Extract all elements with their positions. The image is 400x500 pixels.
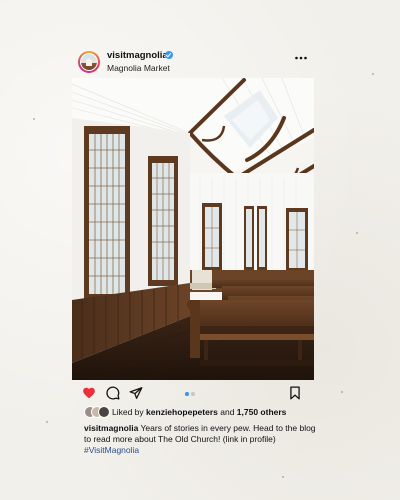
- paper-speck: [33, 118, 35, 120]
- comment-icon[interactable]: [106, 386, 120, 400]
- church-interior-photo[interactable]: [72, 78, 314, 380]
- share-icon[interactable]: [129, 386, 143, 400]
- bookmark-icon[interactable]: [288, 386, 302, 400]
- church-avatar-icon[interactable]: [78, 51, 100, 73]
- post-header: visitmagnolia Magnolia Market: [76, 49, 314, 77]
- bookmark-glyph: [290, 386, 300, 400]
- caption-hashtag[interactable]: #VisitMagnolia: [84, 445, 139, 455]
- liker-avatars: [84, 406, 110, 418]
- post-location[interactable]: Magnolia Market: [107, 63, 170, 73]
- post-caption: visitmagnolia Years of stories in every …: [84, 423, 316, 456]
- more-options-icon[interactable]: [294, 53, 308, 63]
- likes-summary[interactable]: Liked by kenziehopepeters and 1,750 othe…: [84, 406, 316, 420]
- paper-speck: [341, 391, 343, 393]
- comment-glyph: [106, 386, 120, 400]
- likes-text: Liked by kenziehopepeters and 1,750 othe…: [112, 407, 286, 417]
- liker-username[interactable]: kenziehopepeters: [146, 407, 218, 417]
- caption-username[interactable]: visitmagnolia: [84, 423, 138, 433]
- carousel-dot: [191, 392, 195, 396]
- heart-glyph: [83, 387, 95, 399]
- carousel-indicator: [185, 392, 201, 396]
- avatar-church-shape: [86, 58, 92, 66]
- church-interior-illustration: [72, 78, 314, 380]
- paper-speck: [372, 73, 374, 75]
- share-glyph: [129, 387, 143, 399]
- more-options-glyph: [295, 56, 307, 60]
- carousel-dot-active: [185, 392, 189, 396]
- post-actions-bar: [72, 384, 314, 404]
- paper-speck: [356, 232, 358, 234]
- likes-count[interactable]: 1,750 others: [237, 407, 287, 417]
- account-username[interactable]: visitmagnolia: [107, 50, 168, 61]
- likes-prefix: Liked by: [112, 407, 144, 417]
- avatar-image: [81, 54, 97, 70]
- verified-badge-icon: [165, 51, 173, 59]
- instagram-post: visitmagnolia Magnolia Market Liked by k…: [72, 44, 316, 464]
- paper-speck: [282, 476, 284, 478]
- heart-icon[interactable]: [82, 386, 96, 400]
- avatar-ring: [80, 53, 98, 71]
- paper-speck: [46, 421, 48, 423]
- likes-joiner: and: [220, 407, 235, 417]
- liker-avatar: [98, 406, 110, 418]
